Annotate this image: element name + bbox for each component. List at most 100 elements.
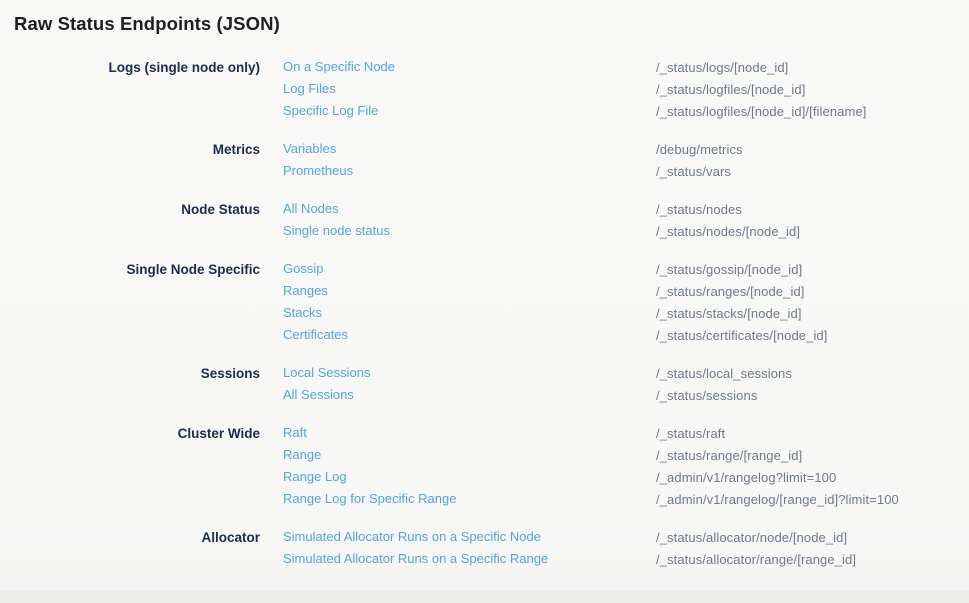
- endpoint-link-cell: Single node status: [260, 222, 656, 240]
- endpoint-link[interactable]: Stacks: [283, 305, 322, 320]
- endpoint-path: /_status/allocator/range/[range_id]: [656, 552, 856, 567]
- endpoint-link[interactable]: Range Log for Specific Range: [283, 491, 456, 506]
- endpoint-path: /debug/metrics: [656, 142, 743, 157]
- endpoint-row: Simulated Allocator Runs on a Specific N…: [260, 526, 969, 548]
- endpoint-path: /_admin/v1/rangelog?limit=100: [656, 470, 836, 485]
- endpoint-link-cell: Stacks: [260, 304, 656, 322]
- endpoint-row: Stacks /_status/stacks/[node_id]: [260, 302, 969, 324]
- endpoint-link-cell: All Sessions: [260, 386, 656, 404]
- endpoint-link-cell: Specific Log File: [260, 102, 656, 120]
- endpoint-link[interactable]: Specific Log File: [283, 103, 378, 118]
- endpoint-path: /_status/certificates/[node_id]: [656, 328, 827, 343]
- endpoint-row: Range /_status/range/[range_id]: [260, 444, 969, 466]
- endpoint-row: Range Log for Specific Range /_admin/v1/…: [260, 488, 969, 510]
- section-entries: Variables /debug/metrics Prometheus /_st…: [260, 138, 969, 182]
- section-category-label: Logs (single node only): [0, 56, 260, 122]
- endpoint-row: Ranges /_status/ranges/[node_id]: [260, 280, 969, 302]
- section-entries: On a Specific Node /_status/logs/[node_i…: [260, 56, 969, 122]
- endpoint-link-cell: Log Files: [260, 80, 656, 98]
- endpoint-link-cell: On a Specific Node: [260, 58, 656, 76]
- endpoint-row: Variables /debug/metrics: [260, 138, 969, 160]
- section-category-label: Cluster Wide: [0, 422, 260, 510]
- endpoint-link-cell: Simulated Allocator Runs on a Specific R…: [260, 550, 656, 568]
- endpoint-path: /_status/logfiles/[node_id]: [656, 82, 805, 97]
- endpoint-section: Single Node Specific Gossip /_status/gos…: [0, 258, 969, 346]
- section-entries: Local Sessions /_status/local_sessions A…: [260, 362, 969, 406]
- endpoint-row: Simulated Allocator Runs on a Specific R…: [260, 548, 969, 570]
- endpoint-path: /_status/nodes/[node_id]: [656, 224, 800, 239]
- endpoint-link[interactable]: Ranges: [283, 283, 328, 298]
- page-title: Raw Status Endpoints (JSON): [14, 13, 969, 35]
- endpoint-path: /_status/local_sessions: [656, 366, 792, 381]
- section-category-label: Sessions: [0, 362, 260, 406]
- endpoint-sections: Logs (single node only) On a Specific No…: [0, 56, 969, 570]
- endpoint-row: Range Log /_admin/v1/rangelog?limit=100: [260, 466, 969, 488]
- endpoint-link-cell: Certificates: [260, 326, 656, 344]
- endpoint-path: /_status/raft: [656, 426, 725, 441]
- endpoint-section: Node Status All Nodes /_status/nodes Sin…: [0, 198, 969, 242]
- endpoint-link[interactable]: Gossip: [283, 261, 323, 276]
- endpoint-path: /_status/nodes: [656, 202, 742, 217]
- endpoint-link[interactable]: Simulated Allocator Runs on a Specific N…: [283, 529, 541, 544]
- endpoint-path: /_status/stacks/[node_id]: [656, 306, 802, 321]
- endpoint-link[interactable]: Log Files: [283, 81, 336, 96]
- endpoint-path: /_status/sessions: [656, 388, 757, 403]
- endpoint-link[interactable]: On a Specific Node: [283, 59, 395, 74]
- endpoint-link-cell: Prometheus: [260, 162, 656, 180]
- endpoint-link[interactable]: Certificates: [283, 327, 348, 342]
- endpoint-link-cell: Range Log for Specific Range: [260, 490, 656, 508]
- endpoint-row: All Nodes /_status/nodes: [260, 198, 969, 220]
- endpoint-path: /_status/logs/[node_id]: [656, 60, 788, 75]
- endpoint-link-cell: Variables: [260, 140, 656, 158]
- endpoint-path: /_status/logfiles/[node_id]/[filename]: [656, 104, 866, 119]
- endpoint-path: /_status/vars: [656, 164, 731, 179]
- endpoint-section: Cluster Wide Raft /_status/raft Range /_…: [0, 422, 969, 510]
- endpoint-link-cell: Gossip: [260, 260, 656, 278]
- footer-strip: [0, 590, 969, 603]
- section-entries: Raft /_status/raft Range /_status/range/…: [260, 422, 969, 510]
- endpoint-row: Single node status /_status/nodes/[node_…: [260, 220, 969, 242]
- endpoint-path: /_status/allocator/node/[node_id]: [656, 530, 847, 545]
- endpoint-section: Sessions Local Sessions /_status/local_s…: [0, 362, 969, 406]
- section-entries: Gossip /_status/gossip/[node_id] Ranges …: [260, 258, 969, 346]
- endpoint-path: /_status/range/[range_id]: [656, 448, 802, 463]
- endpoint-link-cell: Range: [260, 446, 656, 464]
- endpoint-row: Gossip /_status/gossip/[node_id]: [260, 258, 969, 280]
- endpoint-link[interactable]: Raft: [283, 425, 307, 440]
- section-entries: All Nodes /_status/nodes Single node sta…: [260, 198, 969, 242]
- endpoint-link[interactable]: All Nodes: [283, 201, 339, 216]
- endpoint-row: Log Files /_status/logfiles/[node_id]: [260, 78, 969, 100]
- debug-endpoints-page: Raw Status Endpoints (JSON) Logs (single…: [0, 0, 969, 590]
- endpoint-link[interactable]: Range: [283, 447, 321, 462]
- endpoint-row: Local Sessions /_status/local_sessions: [260, 362, 969, 384]
- endpoint-link-cell: All Nodes: [260, 200, 656, 218]
- endpoint-link[interactable]: Simulated Allocator Runs on a Specific R…: [283, 551, 548, 566]
- endpoint-row: Prometheus /_status/vars: [260, 160, 969, 182]
- endpoint-section: Logs (single node only) On a Specific No…: [0, 56, 969, 122]
- endpoint-path: /_admin/v1/rangelog/[range_id]?limit=100: [656, 492, 899, 507]
- endpoint-row: On a Specific Node /_status/logs/[node_i…: [260, 56, 969, 78]
- endpoint-link-cell: Raft: [260, 424, 656, 442]
- endpoint-link[interactable]: Variables: [283, 141, 336, 156]
- endpoint-row: Raft /_status/raft: [260, 422, 969, 444]
- endpoint-link-cell: Local Sessions: [260, 364, 656, 382]
- endpoint-link-cell: Ranges: [260, 282, 656, 300]
- endpoint-row: All Sessions /_status/sessions: [260, 384, 969, 406]
- endpoint-path: /_status/gossip/[node_id]: [656, 262, 802, 277]
- endpoint-row: Certificates /_status/certificates/[node…: [260, 324, 969, 346]
- endpoint-link[interactable]: Range Log: [283, 469, 347, 484]
- endpoint-section: Metrics Variables /debug/metrics Prometh…: [0, 138, 969, 182]
- endpoint-section: Allocator Simulated Allocator Runs on a …: [0, 526, 969, 570]
- endpoint-link-cell: Simulated Allocator Runs on a Specific N…: [260, 528, 656, 546]
- section-category-label: Single Node Specific: [0, 258, 260, 346]
- endpoint-row: Specific Log File /_status/logfiles/[nod…: [260, 100, 969, 122]
- endpoint-path: /_status/ranges/[node_id]: [656, 284, 805, 299]
- section-entries: Simulated Allocator Runs on a Specific N…: [260, 526, 969, 570]
- endpoint-link[interactable]: All Sessions: [283, 387, 354, 402]
- section-category-label: Allocator: [0, 526, 260, 570]
- section-category-label: Metrics: [0, 138, 260, 182]
- section-category-label: Node Status: [0, 198, 260, 242]
- endpoint-link[interactable]: Single node status: [283, 223, 390, 238]
- endpoint-link[interactable]: Prometheus: [283, 163, 353, 178]
- endpoint-link[interactable]: Local Sessions: [283, 365, 370, 380]
